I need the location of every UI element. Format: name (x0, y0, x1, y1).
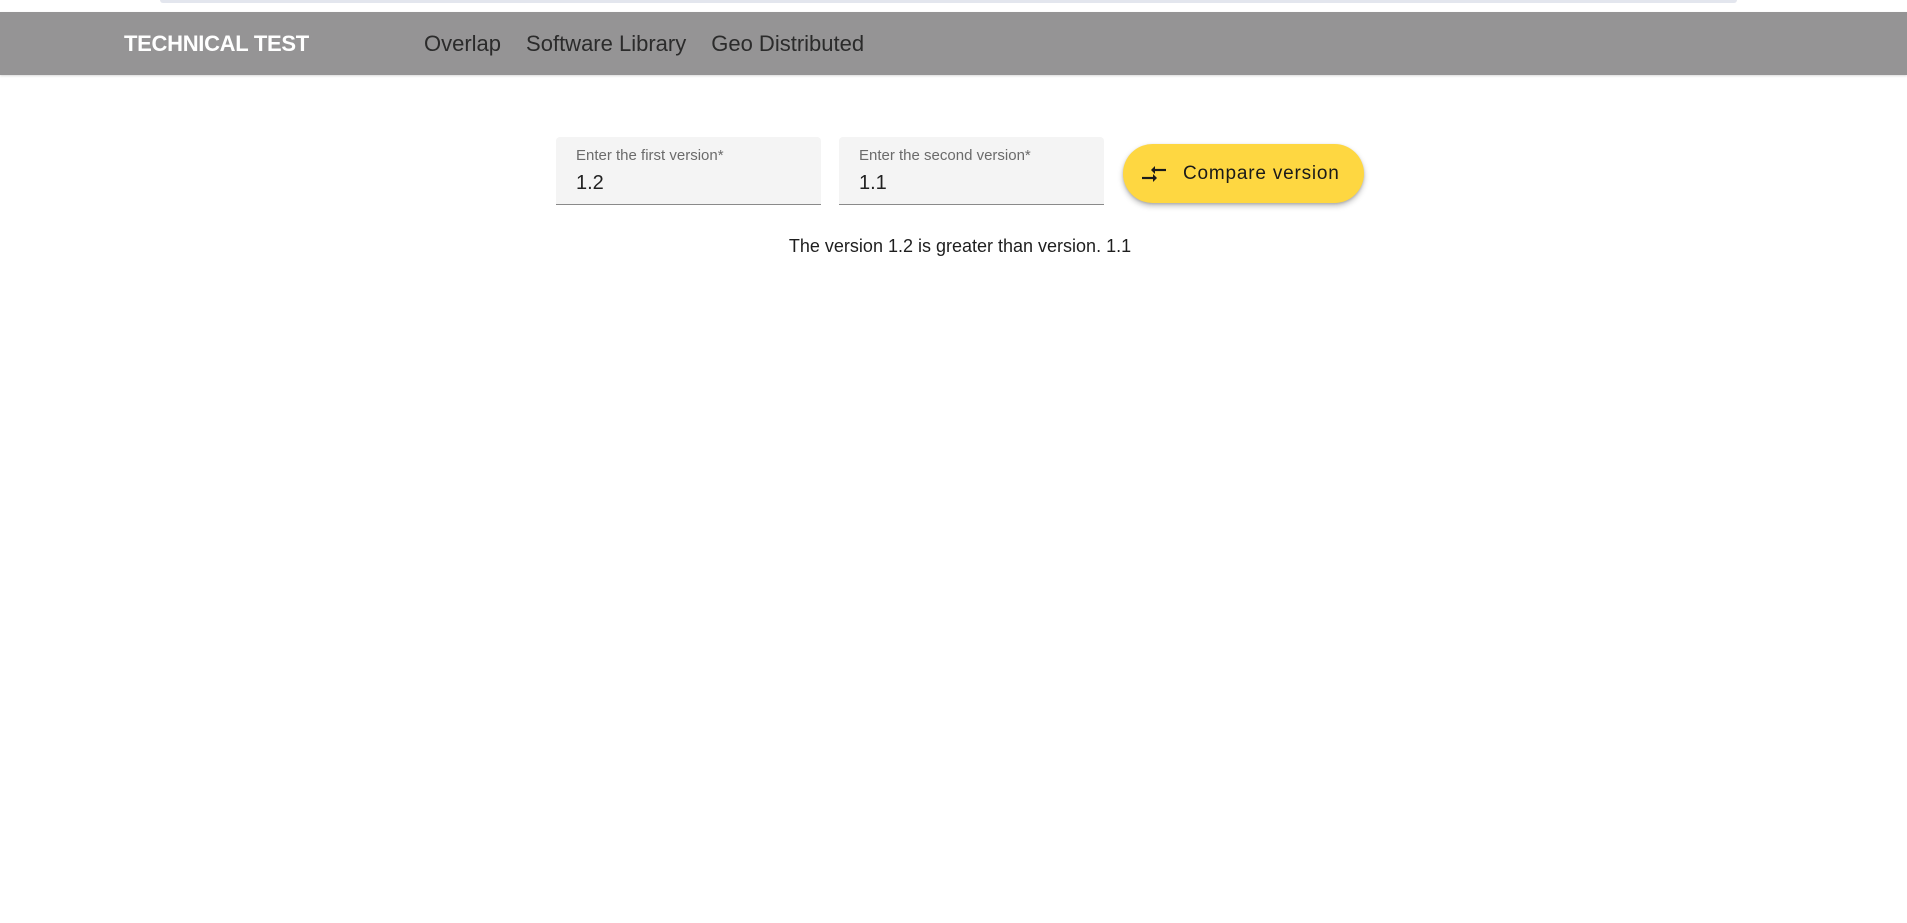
navbar: TECHNICAL TEST Overlap Software Library … (0, 12, 1907, 75)
second-version-input[interactable] (859, 170, 1084, 196)
second-version-label: Enter the second version* (859, 147, 1031, 164)
compare-arrows-icon (1140, 160, 1168, 188)
comparison-result: The version 1.2 is greater than version.… (788, 236, 1132, 256)
brand-title[interactable]: TECHNICAL TEST (124, 12, 309, 75)
nav-links: Overlap Software Library Geo Distributed (424, 12, 889, 75)
compare-version-label: Compare version (1183, 162, 1340, 184)
first-version-field[interactable]: Enter the first version* (556, 137, 821, 205)
nav-link-software-library[interactable]: Software Library (526, 31, 686, 57)
first-version-input[interactable] (576, 170, 801, 196)
first-version-label: Enter the first version* (576, 147, 724, 164)
nav-link-overlap[interactable]: Overlap (424, 31, 501, 57)
second-version-field[interactable]: Enter the second version* (839, 137, 1104, 205)
browser-top-strip (160, 0, 1737, 3)
nav-link-geo-distributed[interactable]: Geo Distributed (711, 31, 864, 57)
compare-version-button[interactable]: Compare version (1123, 144, 1364, 203)
